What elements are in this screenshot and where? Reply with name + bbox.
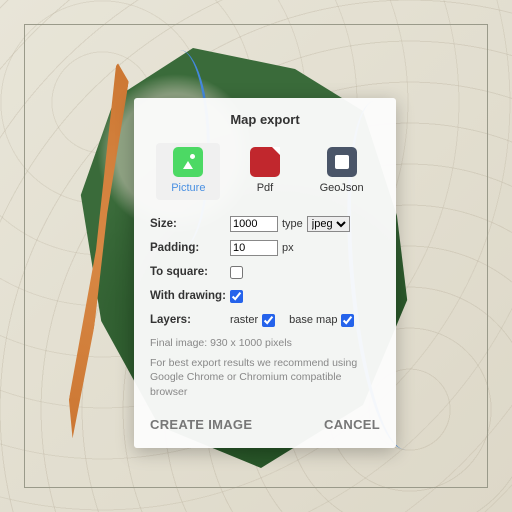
format-picture[interactable]: Picture: [156, 143, 220, 200]
px-label: px: [282, 242, 294, 254]
size-label: Size:: [150, 218, 230, 230]
picture-icon: [173, 147, 203, 177]
format-row: Picture Pdf GeoJson: [150, 143, 380, 200]
format-geojson-label: GeoJson: [320, 182, 364, 194]
image-type-select[interactable]: jpeg: [307, 216, 350, 232]
padding-input[interactable]: [230, 240, 278, 256]
raster-label: raster: [230, 314, 258, 326]
to-square-checkbox[interactable]: [230, 266, 243, 279]
create-image-button[interactable]: CREATE IMAGE: [150, 413, 252, 436]
type-label: type: [282, 218, 303, 230]
size-input[interactable]: [230, 216, 278, 232]
padding-label: Padding:: [150, 242, 230, 254]
to-square-label: To square:: [150, 266, 230, 278]
dialog-title: Map export: [150, 112, 380, 127]
browser-note: For best export results we recommend usi…: [150, 356, 380, 399]
layers-label: Layers:: [150, 314, 230, 326]
basemap-label: base map: [289, 314, 337, 326]
final-image-note: Final image: 930 x 1000 pixels: [150, 336, 380, 350]
with-drawing-label: With drawing:: [150, 290, 230, 302]
map-export-dialog: Map export Picture Pdf GeoJson Size: typ…: [134, 98, 396, 448]
raster-checkbox[interactable]: [262, 314, 275, 327]
format-pdf-label: Pdf: [257, 182, 274, 194]
format-geojson[interactable]: GeoJson: [310, 143, 374, 200]
cancel-button[interactable]: CANCEL: [324, 413, 380, 436]
geojson-icon: [327, 147, 357, 177]
basemap-checkbox[interactable]: [341, 314, 354, 327]
pdf-icon: [250, 147, 280, 177]
with-drawing-checkbox[interactable]: [230, 290, 243, 303]
format-pdf[interactable]: Pdf: [233, 143, 297, 200]
format-picture-label: Picture: [171, 182, 205, 194]
